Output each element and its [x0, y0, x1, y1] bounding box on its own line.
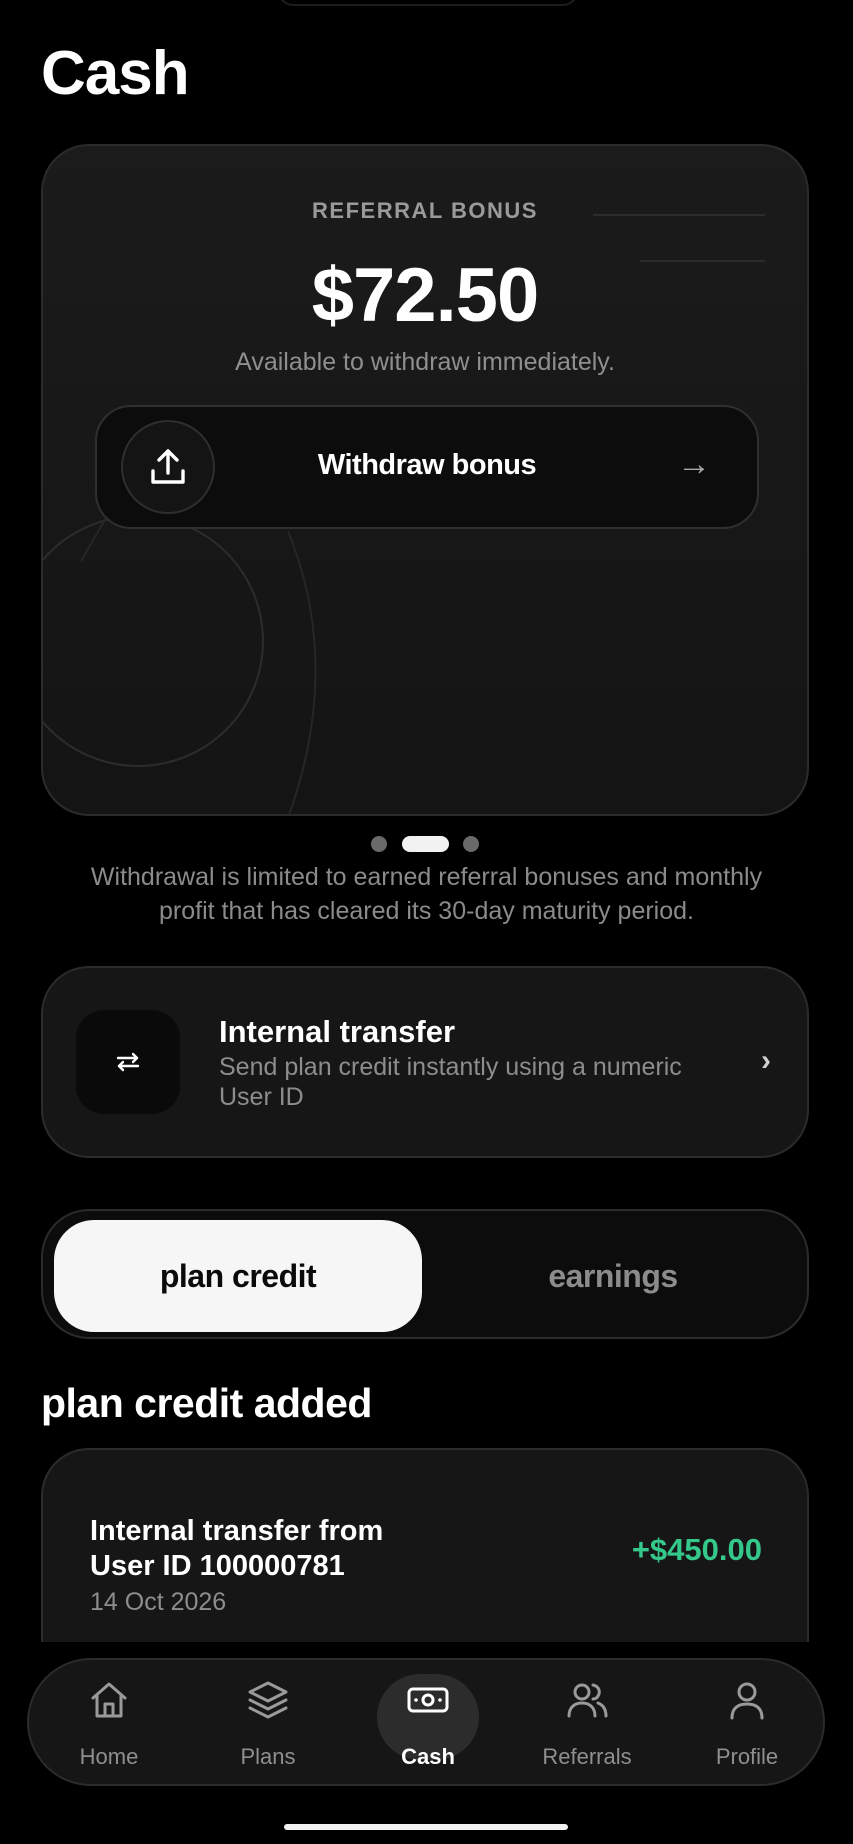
credit-earnings-toggle: plan credit earnings [41, 1209, 809, 1339]
bonus-label: REFERRAL BONUS [312, 198, 538, 223]
nav-label-profile: Profile [715, 1744, 779, 1769]
referral-bonus-card: REFERRAL BONUS $72.50 Available to withd… [41, 144, 809, 816]
tab-plan-credit[interactable]: plan credit [54, 1220, 422, 1332]
carousel-pager [0, 836, 853, 852]
section-title: plan credit added [41, 1380, 372, 1426]
swap-arrows-icon [76, 1010, 180, 1114]
nav-item-referrals[interactable]: Referrals [517, 1660, 657, 1784]
tab-earnings[interactable]: earnings [429, 1220, 797, 1332]
withdrawal-note: Withdrawal is limited to earned referral… [90, 863, 763, 925]
bottom-navigation: Home Plans Cash Referrals Profile [27, 1658, 825, 1786]
layers-icon [248, 1681, 288, 1719]
nav-item-cash[interactable]: Cash [358, 1660, 498, 1784]
home-indicator[interactable] [284, 1824, 568, 1830]
nav-label-home: Home [79, 1744, 139, 1769]
transaction-amount: +$450.00 [631, 1532, 762, 1567]
pager-dot[interactable] [371, 836, 387, 852]
home-icon [91, 1682, 127, 1718]
chevron-right-icon: › [761, 1044, 771, 1077]
page-title: Cash [41, 39, 190, 108]
nav-label-plans: Plans [240, 1744, 296, 1769]
cash-icon [407, 1687, 449, 1713]
nav-label-referrals: Referrals [542, 1744, 632, 1769]
pager-dot-active[interactable] [402, 836, 449, 852]
arrow-right-icon: → [677, 445, 711, 483]
withdraw-bonus-label: Withdraw bonus [317, 449, 537, 481]
withdraw-bonus-button[interactable]: Withdraw bonus → [95, 405, 759, 529]
nav-item-home[interactable]: Home [39, 1660, 179, 1784]
transaction-title: Internal transfer from User ID 100000781 [90, 1515, 384, 1582]
nav-label-cash: Cash [401, 1744, 455, 1769]
internal-transfer-subtitle: Send plan credit instantly using a numer… [219, 1053, 682, 1111]
users-icon [567, 1683, 608, 1718]
bonus-subtitle: Available to withdraw immediately. [235, 348, 615, 376]
bonus-amount: $72.50 [311, 253, 539, 338]
internal-transfer-card[interactable]: Internal transfer Send plan credit insta… [41, 966, 809, 1158]
internal-transfer-title: Internal transfer [219, 1014, 456, 1049]
pager-dot[interactable] [463, 836, 479, 852]
status-bar-notch [276, 0, 580, 6]
transaction-date: 14 Oct 2026 [90, 1588, 227, 1616]
user-icon [730, 1682, 764, 1720]
nav-item-plans[interactable]: Plans [198, 1660, 338, 1784]
nav-item-profile[interactable]: Profile [677, 1660, 817, 1784]
